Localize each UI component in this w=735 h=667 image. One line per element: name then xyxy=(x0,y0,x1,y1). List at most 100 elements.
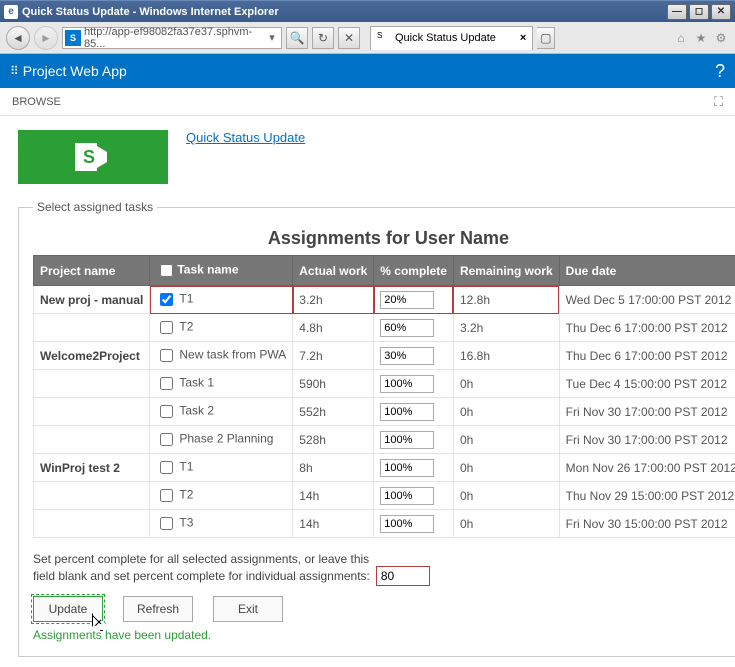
col-remaining: Remaining work xyxy=(453,256,559,286)
refresh-button[interactable]: Refresh xyxy=(123,596,193,622)
search-icon[interactable]: 🔍 xyxy=(286,27,308,49)
cell-due: Fri Nov 30 17:00:00 PST 2012 xyxy=(559,398,735,426)
home-icon[interactable]: ⌂ xyxy=(673,30,689,46)
header-grip-icon: ⠿ xyxy=(10,64,17,78)
bulk-percent-input[interactable] xyxy=(376,566,430,586)
tasks-fieldset: Select assigned tasks Assignments for Us… xyxy=(18,200,735,657)
table-row: WinProj test 2T18h0hMon Nov 26 17:00:00 … xyxy=(34,454,735,482)
pct-input[interactable] xyxy=(380,319,434,337)
cell-task: Task 1 xyxy=(150,370,293,398)
task-name: Phase 2 Planning xyxy=(179,432,273,446)
pct-input[interactable] xyxy=(380,375,434,393)
cell-pct xyxy=(374,510,454,538)
maximize-button[interactable]: ◻ xyxy=(689,4,709,20)
table-row: New proj - manualT13.2h12.8hWed Dec 5 17… xyxy=(34,286,735,314)
cell-pct xyxy=(374,426,454,454)
sharepoint-icon: S xyxy=(65,30,81,46)
cell-due: Mon Nov 26 17:00:00 PST 2012 xyxy=(559,454,735,482)
row-checkbox[interactable] xyxy=(160,433,173,446)
cell-due: Fri Nov 30 17:00:00 PST 2012 xyxy=(559,426,735,454)
cell-task: T3 xyxy=(150,510,293,538)
address-bar[interactable]: S http://app-ef98082fa37e37.sphvm-85... … xyxy=(62,27,282,49)
task-name: Task 1 xyxy=(179,376,214,390)
cell-remaining: 0h xyxy=(453,398,559,426)
cell-task: Phase 2 Planning xyxy=(150,426,293,454)
cell-pct xyxy=(374,398,454,426)
button-row: Update Refresh Exit xyxy=(33,596,735,622)
cell-actual: 552h xyxy=(293,398,374,426)
pct-input[interactable] xyxy=(380,403,434,421)
row-checkbox[interactable] xyxy=(160,461,173,474)
svg-text:S: S xyxy=(83,147,95,167)
app-title: Project Web App xyxy=(23,63,127,79)
tab-favicon: S xyxy=(377,31,391,45)
cell-remaining: 0h xyxy=(453,370,559,398)
forward-button[interactable]: ► xyxy=(34,26,58,50)
tab-title: Quick Status Update xyxy=(395,32,496,44)
pct-input[interactable] xyxy=(380,459,434,477)
exit-button[interactable]: Exit xyxy=(213,596,283,622)
tools-icon[interactable]: ⚙ xyxy=(713,30,729,46)
browser-toolbar: ◄ ► S http://app-ef98082fa37e37.sphvm-85… xyxy=(0,22,735,54)
table-row: Task 2552h 0hFri Nov 30 17:00:00 PST 2012 xyxy=(34,398,735,426)
cell-pct xyxy=(374,482,454,510)
cell-project xyxy=(34,426,150,454)
cell-task: T1 xyxy=(150,454,293,482)
row-checkbox[interactable] xyxy=(160,405,173,418)
bulk-text-line2: field blank and set percent complete for… xyxy=(33,569,370,583)
url-dropdown-icon[interactable]: ▾ xyxy=(265,31,279,44)
refresh-icon[interactable]: ↻ xyxy=(312,27,334,49)
sharepoint-logo: S xyxy=(18,130,168,184)
cell-due: Thu Dec 6 17:00:00 PST 2012 xyxy=(559,314,735,342)
row-checkbox[interactable] xyxy=(160,517,173,530)
col-task: Task name xyxy=(150,256,293,286)
pct-input[interactable] xyxy=(380,431,434,449)
cell-pct xyxy=(374,286,454,314)
help-icon[interactable]: ? xyxy=(715,61,725,82)
pct-input[interactable] xyxy=(380,291,434,309)
col-pct: % complete xyxy=(374,256,454,286)
cell-actual: 7.2h xyxy=(293,342,374,370)
cell-remaining: 16.8h xyxy=(453,342,559,370)
page-content: S Quick Status Update Select assigned ta… xyxy=(0,116,735,667)
cell-task: T2 xyxy=(150,482,293,510)
row-checkbox[interactable] xyxy=(160,489,173,502)
minimize-button[interactable]: — xyxy=(667,4,687,20)
cell-project: New proj - manual xyxy=(34,286,150,314)
task-name: T3 xyxy=(179,516,193,530)
cell-task: Task 2 xyxy=(150,398,293,426)
favorites-icon[interactable]: ★ xyxy=(693,30,709,46)
cell-pct xyxy=(374,342,454,370)
cell-task: New task from PWA xyxy=(150,342,293,370)
new-tab-button[interactable]: ▢ xyxy=(537,27,555,49)
stop-icon[interactable]: ✕ xyxy=(338,27,360,49)
cell-due: Wed Dec 5 17:00:00 PST 2012 xyxy=(559,286,735,314)
back-button[interactable]: ◄ xyxy=(6,26,30,50)
pct-input[interactable] xyxy=(380,487,434,505)
close-tab-icon[interactable]: × xyxy=(520,32,526,44)
page-title-link[interactable]: Quick Status Update xyxy=(186,130,305,145)
update-button[interactable]: Update xyxy=(33,596,103,622)
col-due: Due date xyxy=(559,256,735,286)
row-checkbox[interactable] xyxy=(160,293,173,306)
cell-pct xyxy=(374,370,454,398)
table-row: Welcome2ProjectNew task from PWA7.2h16.8… xyxy=(34,342,735,370)
cell-pct xyxy=(374,314,454,342)
pct-input[interactable] xyxy=(380,347,434,365)
ribbon-tab-browse[interactable]: BROWSE xyxy=(12,96,61,108)
assignments-table: Project name Task name Actual work % com… xyxy=(33,255,735,538)
cell-project xyxy=(34,370,150,398)
browser-tab[interactable]: S Quick Status Update × xyxy=(370,26,533,50)
cell-actual: 590h xyxy=(293,370,374,398)
row-checkbox[interactable] xyxy=(160,349,173,362)
cell-actual: 3.2h xyxy=(293,286,374,314)
row-checkbox[interactable] xyxy=(160,377,173,390)
select-all-checkbox[interactable] xyxy=(160,264,173,277)
close-window-button[interactable]: ✕ xyxy=(711,4,731,20)
pct-input[interactable] xyxy=(380,515,434,533)
cell-task: T2 xyxy=(150,314,293,342)
table-row: T314h0hFri Nov 30 15:00:00 PST 2012 xyxy=(34,510,735,538)
fullscreen-icon[interactable]: ⛶ xyxy=(714,94,723,110)
table-row: T214h0hThu Nov 29 15:00:00 PST 2012 xyxy=(34,482,735,510)
row-checkbox[interactable] xyxy=(160,321,173,334)
